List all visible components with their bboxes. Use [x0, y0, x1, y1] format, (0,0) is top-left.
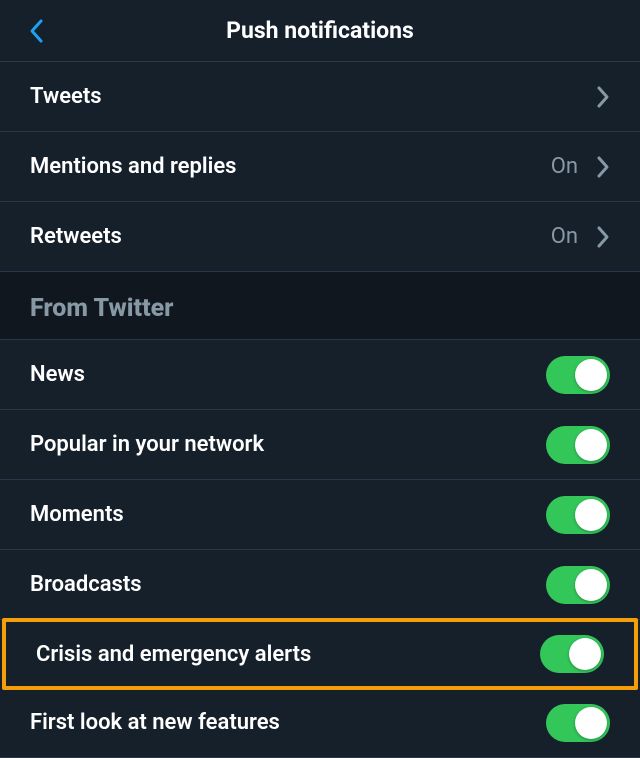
row-right — [596, 85, 610, 109]
toggle-knob — [575, 569, 607, 601]
section-header-label: From Twitter — [30, 294, 173, 323]
highlight-crisis-alerts: Crisis and emergency alerts — [2, 618, 638, 690]
toggle-knob — [569, 638, 601, 670]
chevron-left-icon — [28, 18, 44, 44]
settings-list: Tweets Mentions and replies On Retweets … — [0, 62, 640, 758]
toggle-knob — [575, 707, 607, 739]
toggle-crisis[interactable] — [540, 635, 604, 673]
row-crisis-alerts[interactable]: Crisis and emergency alerts — [6, 622, 634, 686]
page-title: Push notifications — [0, 17, 640, 44]
row-right: On — [551, 224, 610, 249]
row-label: Popular in your network — [30, 432, 264, 457]
toggle-knob — [575, 359, 607, 391]
row-value: On — [551, 154, 578, 179]
toggle-news[interactable] — [546, 356, 610, 394]
row-label: Crisis and emergency alerts — [36, 642, 311, 667]
row-label: Tweets — [30, 84, 102, 109]
back-button[interactable] — [20, 10, 52, 52]
toggle-knob — [575, 499, 607, 531]
toggle-moments[interactable] — [546, 496, 610, 534]
chevron-right-icon — [596, 155, 610, 179]
toggle-popular[interactable] — [546, 426, 610, 464]
row-first-look[interactable]: First look at new features — [0, 688, 640, 758]
row-label: Retweets — [30, 224, 122, 249]
row-label: Broadcasts — [30, 572, 142, 597]
row-moments[interactable]: Moments — [0, 480, 640, 550]
header: Push notifications — [0, 0, 640, 62]
chevron-right-icon — [596, 85, 610, 109]
chevron-right-icon — [596, 225, 610, 249]
row-tweets[interactable]: Tweets — [0, 62, 640, 132]
row-label: News — [30, 362, 85, 387]
row-news[interactable]: News — [0, 340, 640, 410]
section-header-from-twitter: From Twitter — [0, 272, 640, 340]
toggle-broadcasts[interactable] — [546, 566, 610, 604]
row-label: Mentions and replies — [30, 154, 236, 179]
row-value: On — [551, 224, 578, 249]
row-right: On — [551, 154, 610, 179]
row-popular-network[interactable]: Popular in your network — [0, 410, 640, 480]
row-label: Moments — [30, 502, 124, 527]
row-label: First look at new features — [30, 710, 280, 735]
row-broadcasts[interactable]: Broadcasts — [0, 550, 640, 620]
row-retweets[interactable]: Retweets On — [0, 202, 640, 272]
toggle-firstlook[interactable] — [546, 704, 610, 742]
row-mentions-replies[interactable]: Mentions and replies On — [0, 132, 640, 202]
toggle-knob — [575, 429, 607, 461]
